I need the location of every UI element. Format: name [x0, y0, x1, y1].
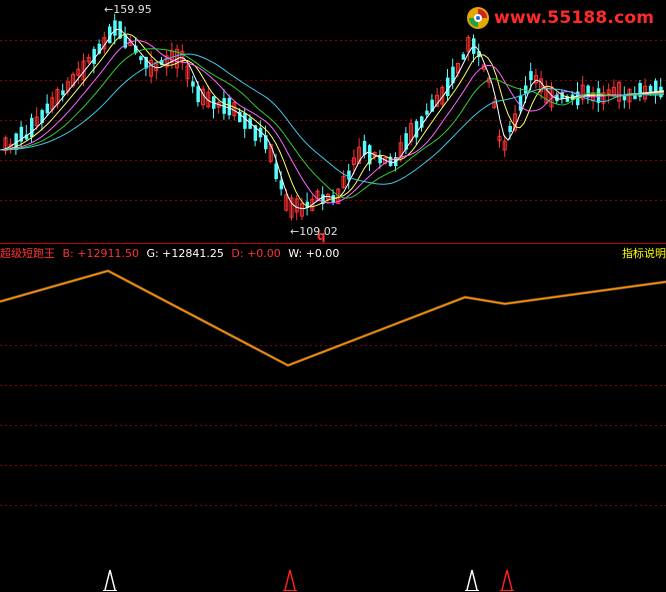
candle-body-down	[508, 125, 512, 133]
candle-body-down	[30, 117, 34, 138]
low-arrow: ←	[290, 225, 300, 238]
candle-body-down	[191, 81, 195, 87]
low-marker: q	[317, 229, 326, 243]
high-arrow: ←	[104, 3, 114, 16]
candle-body-down	[45, 103, 50, 114]
candle-body-down	[347, 170, 351, 180]
candle-body-down	[648, 85, 653, 92]
moving-averages	[0, 29, 665, 210]
candle-body-down	[378, 155, 382, 164]
indicator-grid	[0, 345, 666, 506]
candlesticks	[3, 13, 663, 221]
candle-body-down	[274, 163, 278, 180]
low-price-label: ←109.02	[290, 225, 338, 238]
candle-body-down	[362, 140, 367, 155]
candle-body-down	[227, 97, 232, 116]
price-chart[interactable]	[0, 0, 666, 244]
price-grid	[0, 40, 666, 201]
site-logo: www.55188.com	[466, 5, 654, 31]
indicator-line	[0, 269, 666, 368]
logo-swirl-icon	[467, 7, 489, 29]
signal-markers	[103, 569, 514, 591]
indicator-line-glow	[0, 269, 666, 368]
indicator-line-path	[0, 269, 666, 367]
candle-body-down	[446, 77, 450, 97]
buy-signal-marker	[104, 569, 116, 591]
candle-body-down	[472, 38, 476, 54]
indicator-chart[interactable]	[0, 244, 666, 592]
candle-body-down	[139, 56, 143, 61]
ma5-line	[0, 29, 665, 210]
candle-body-down	[61, 90, 65, 96]
high-price-value: 159.95	[113, 3, 152, 16]
ma20-line	[0, 40, 665, 204]
sell-signal-marker	[501, 569, 513, 591]
high-price-label: ←159.95	[104, 3, 152, 16]
ma30-line	[0, 48, 665, 199]
candle-body-down	[243, 113, 247, 129]
candle-body-down	[461, 54, 466, 60]
sell-signal-marker	[284, 569, 296, 591]
buy-signal-marker	[466, 569, 478, 591]
candle-body-down	[113, 20, 117, 36]
logo-text: www.55188.com	[494, 8, 655, 28]
candle-body-down	[518, 95, 523, 111]
candle-body-down	[529, 71, 533, 81]
candle-body-down	[425, 110, 429, 115]
